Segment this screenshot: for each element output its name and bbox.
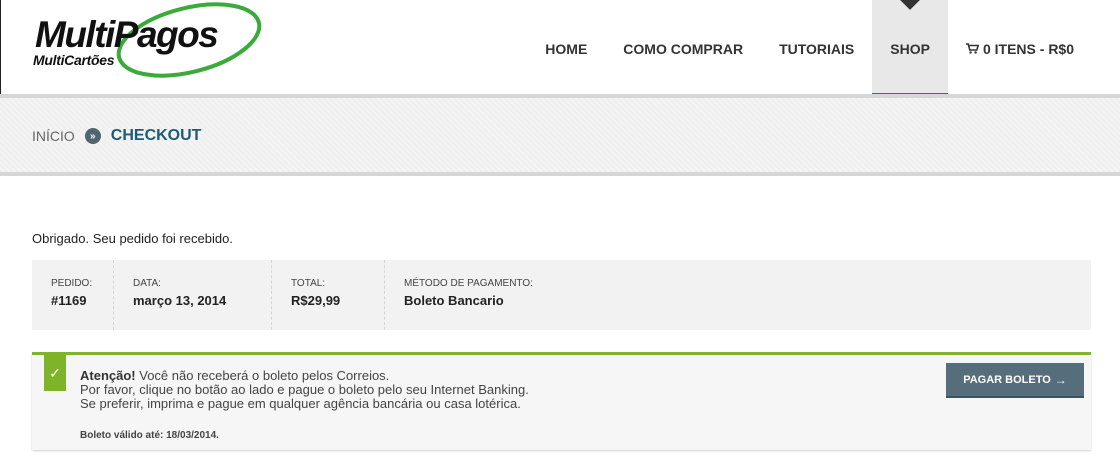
site-header: MultiPagos MultiCartões HOME COMO COMPRA… (0, 0, 1120, 98)
logo-tagline: MultiCartões (33, 52, 115, 68)
order-received-message: Obrigado. Seu pedido foi recebido. (32, 231, 233, 246)
main-nav: HOME COMO COMPRAR TUTORIAIS SHOP 0 ITENS… (527, 0, 1092, 98)
nav-home-label: HOME (545, 41, 588, 57)
boleto-notice: ✓ Atenção! Você não receberá o boleto pe… (32, 352, 1091, 450)
notice-line-3: Se preferir, imprima e pague em qualquer… (80, 396, 521, 411)
logo-text: MultiPagos (35, 14, 219, 55)
order-date-value: março 13, 2014 (133, 293, 227, 308)
boleto-validity: Boleto válido até: 18/03/2014. (80, 430, 219, 441)
order-total-value: R$29,99 (291, 293, 341, 308)
nav-tutoriais-label: TUTORIAIS (779, 41, 855, 57)
payment-method-label: MÉTODO DE PAGAMENTO: (404, 278, 533, 289)
breadcrumb-separator-icon: » (84, 128, 101, 144)
payment-method-value: Boleto Bancario (404, 293, 504, 308)
nav-shop-label: SHOP (890, 41, 930, 57)
order-total-label: TOTAL: (291, 278, 326, 289)
notice-text: Atenção! Você não receberá o boleto pelo… (80, 369, 529, 411)
pay-boleto-button[interactable]: PAGAR BOLETO → (946, 363, 1084, 398)
order-number-col: PEDIDO: #1169 (32, 260, 114, 330)
breadcrumb-home-link[interactable]: INÍCIO (32, 128, 75, 144)
order-details: PEDIDO: #1169 DATA: março 13, 2014 TOTAL… (32, 260, 1091, 330)
notice-title: Atenção! (80, 368, 136, 383)
check-icon: ✓ (44, 355, 66, 391)
pay-boleto-label: PAGAR BOLETO (963, 373, 1051, 386)
nav-shop[interactable]: SHOP (872, 0, 948, 98)
notice-line-2: Por favor, clique no botão ao lado e pag… (80, 382, 529, 397)
order-number-label: PEDIDO: (51, 278, 93, 289)
order-date-col: DATA: março 13, 2014 (114, 260, 272, 330)
nav-como-comprar[interactable]: COMO COMPRAR (605, 0, 761, 98)
cart-icon (965, 42, 980, 57)
band-border-bottom (0, 172, 1120, 176)
breadcrumb: INÍCIO » CHECKOUT (32, 127, 201, 145)
arrow-right-icon: → (1054, 372, 1067, 387)
nav-tutoriais[interactable]: TUTORIAIS (761, 0, 872, 98)
notice-line-1-text: Você não receberá o boleto pelos Correio… (139, 368, 390, 383)
order-total-col: TOTAL: R$29,99 (272, 260, 385, 330)
site-logo[interactable]: MultiPagos MultiCartões (29, 2, 269, 82)
order-number-value: #1169 (51, 293, 87, 308)
cart-summary: 0 ITENS - R$0 (982, 41, 1074, 57)
nav-home[interactable]: HOME (527, 0, 605, 98)
notice-line-1: Atenção! Você não receberá o boleto pelo… (80, 369, 529, 383)
order-date-label: DATA: (133, 278, 161, 289)
payment-method-col: MÉTODO DE PAGAMENTO: Boleto Bancario (385, 260, 685, 330)
nav-cart[interactable]: 0 ITENS - R$0 (948, 0, 1092, 98)
nav-como-comprar-label: COMO COMPRAR (623, 41, 744, 57)
breadcrumb-current: CHECKOUT (110, 127, 202, 144)
active-pointer-icon (900, 0, 921, 10)
